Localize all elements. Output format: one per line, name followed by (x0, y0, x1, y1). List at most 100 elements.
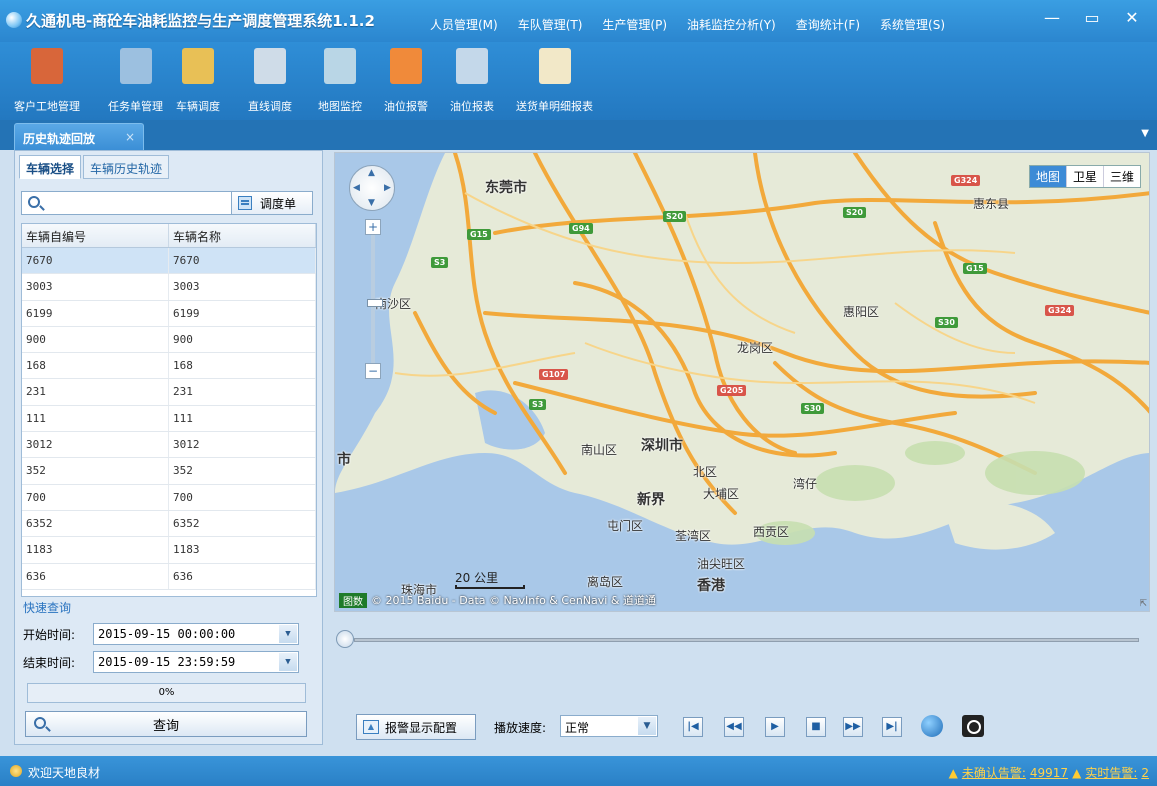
map-type-3d[interactable]: 三维 (1102, 166, 1140, 187)
table-row[interactable]: 700 700 (22, 484, 316, 511)
cell-vehicle-name: 7670 (169, 248, 316, 274)
map-view[interactable]: 东莞市 惠东县 南沙区 惠阳区 龙岗区 南山区 深圳市 北区 大埔区 新界 湾仔… (334, 152, 1150, 612)
skip-to-start-button[interactable]: |◀ (683, 717, 703, 737)
road-shield: S3 (431, 257, 449, 268)
column-header-vehicle-id[interactable]: 车辆自编号 (22, 224, 169, 247)
tab-close-icon[interactable]: × (125, 130, 135, 144)
oil-report-icon (456, 48, 488, 84)
cell-vehicle-name: 6352 (169, 510, 316, 537)
camera-icon[interactable] (962, 715, 984, 737)
close-button[interactable]: ✕ (1121, 8, 1143, 27)
tab-vehicle-history[interactable]: 车辆历史轨迹 (83, 155, 170, 179)
table-row[interactable]: 352 352 (22, 458, 316, 485)
timeline-track[interactable] (354, 638, 1139, 642)
start-time-field[interactable]: 2015-09-15 00:00:00 ▼ (93, 623, 299, 645)
table-row[interactable]: 3003 3003 (22, 274, 316, 301)
query-button-label: 查询 (152, 718, 179, 734)
delivery-report-button[interactable]: 送货单明细报表 (516, 48, 593, 114)
oil-report-label: 油位报表 (450, 100, 494, 113)
fast-forward-button[interactable]: ▶▶ (843, 717, 863, 737)
menu-system[interactable]: 系统管理(S) (870, 16, 955, 33)
realtime-alarm-label[interactable]: 实时告警: (1085, 764, 1137, 781)
road-shield: S30 (935, 317, 958, 328)
playback-timeline[interactable] (336, 628, 1139, 652)
pan-left-icon[interactable]: ◀ (353, 183, 360, 193)
table-row[interactable]: 900 900 (22, 326, 316, 354)
task-order-button[interactable]: 任务单管理 (108, 48, 163, 114)
menu-fleet[interactable]: 车队管理(T) (508, 16, 593, 33)
search-field[interactable] (21, 191, 235, 215)
customer-site-label: 客户工地管理 (14, 100, 80, 113)
customer-site-button[interactable]: 客户工地管理 (14, 48, 80, 114)
playback-speed-select[interactable]: 正常 ▼ (560, 715, 658, 737)
map-type-satellite[interactable]: 卫星 (1065, 166, 1103, 187)
cell-vehicle-id: 636 (22, 563, 169, 589)
menu-personnel[interactable]: 人员管理(M) (420, 16, 508, 33)
table-row[interactable]: 6352 6352 (22, 510, 316, 538)
map-canvas (335, 153, 1149, 611)
warning-icon: ▲ (1072, 765, 1082, 780)
pan-up-icon[interactable]: ▲ (368, 168, 375, 178)
chevron-down-icon[interactable]: ▼ (638, 717, 656, 735)
map-type-map[interactable]: 地图 (1029, 166, 1066, 187)
query-button[interactable]: 查询 (25, 711, 307, 737)
table-row[interactable]: 231 231 (22, 379, 316, 406)
alarm-summary: ▲ 未确认告警: 49917 ▲ 实时告警: 2 (949, 764, 1149, 781)
search-input[interactable] (46, 194, 230, 212)
timeline-handle[interactable] (336, 630, 354, 648)
vehicle-dispatch-button[interactable]: 车辆调度 (176, 48, 220, 114)
tab-dropdown-icon[interactable]: ▼ (1141, 128, 1149, 139)
map-label-tuen-mun: 屯门区 (607, 519, 644, 533)
map-data-badge: 图数 (339, 592, 367, 608)
pan-down-icon[interactable]: ▼ (368, 198, 375, 208)
table-row[interactable]: 6199 6199 (22, 300, 316, 327)
menu-production[interactable]: 生产管理(P) (592, 16, 677, 33)
zoom-out-button[interactable]: − (365, 363, 381, 379)
stop-button[interactable]: ■ (806, 717, 826, 737)
map-label-huiyang: 惠阳区 (843, 305, 880, 319)
cell-vehicle-id: 231 (22, 379, 169, 405)
menu-fuel-analysis[interactable]: 油耗监控分析(Y) (677, 16, 786, 33)
oil-alarm-icon (390, 48, 422, 84)
realtime-alarm-count[interactable]: 2 (1141, 766, 1149, 780)
unconfirmed-alarm-label[interactable]: 未确认告警: (962, 764, 1026, 781)
map-label-taipo: 大埔区 (703, 487, 740, 501)
end-time-field[interactable]: 2015-09-15 23:59:59 ▼ (93, 651, 299, 673)
table-row[interactable]: 1183 1183 (22, 537, 316, 564)
alarm-display-config-button[interactable]: ▲ 报警显示配置 (356, 714, 476, 740)
tab-history-playback[interactable]: 历史轨迹回放 × (14, 123, 144, 150)
table-row[interactable]: 168 168 (22, 353, 316, 380)
unconfirmed-alarm-count[interactable]: 49917 (1030, 766, 1068, 780)
dispatch-order-label: 调度单 (260, 196, 297, 211)
play-button[interactable]: ▶ (765, 717, 785, 737)
map-scale-label: 20 公里 (455, 571, 499, 585)
minimize-button[interactable]: — (1041, 8, 1063, 27)
table-row[interactable]: 3012 3012 (22, 432, 316, 459)
cell-vehicle-id: 3003 (22, 274, 169, 300)
dispatch-order-button[interactable]: 调度单 (231, 191, 313, 215)
rewind-button[interactable]: ◀◀ (724, 717, 744, 737)
resize-icon[interactable]: ⇱ (1139, 599, 1147, 609)
map-pan-control[interactable]: ▲ ▼ ◀ ▶ (349, 165, 395, 211)
chevron-down-icon[interactable]: ▼ (279, 625, 297, 643)
chevron-down-icon[interactable]: ▼ (279, 653, 297, 671)
zoom-track[interactable] (367, 235, 383, 363)
menu-query-stats[interactable]: 查询统计(F) (786, 16, 870, 33)
table-row[interactable]: 7670 7670 (22, 248, 316, 275)
skip-to-end-button[interactable]: ▶| (882, 717, 902, 737)
vehicle-dispatch-label: 车辆调度 (176, 100, 220, 113)
cell-vehicle-name: 168 (169, 353, 316, 379)
pan-right-icon[interactable]: ▶ (384, 183, 391, 193)
maximize-button[interactable]: ▭ (1081, 8, 1103, 27)
linear-dispatch-button[interactable]: 直线调度 (248, 48, 292, 114)
column-header-vehicle-name[interactable]: 车辆名称 (169, 224, 316, 247)
tab-vehicle-select[interactable]: 车辆选择 (19, 155, 82, 179)
zoom-in-button[interactable]: + (365, 219, 381, 235)
zoom-slider-handle[interactable] (367, 299, 383, 307)
map-monitor-button[interactable]: 地图监控 (318, 48, 362, 114)
table-row[interactable]: 636 636 (22, 563, 316, 590)
globe-icon[interactable] (921, 715, 943, 737)
oil-alarm-button[interactable]: 油位报警 (384, 48, 428, 114)
table-row[interactable]: 111 111 (22, 405, 316, 433)
oil-report-button[interactable]: 油位报表 (450, 48, 494, 114)
